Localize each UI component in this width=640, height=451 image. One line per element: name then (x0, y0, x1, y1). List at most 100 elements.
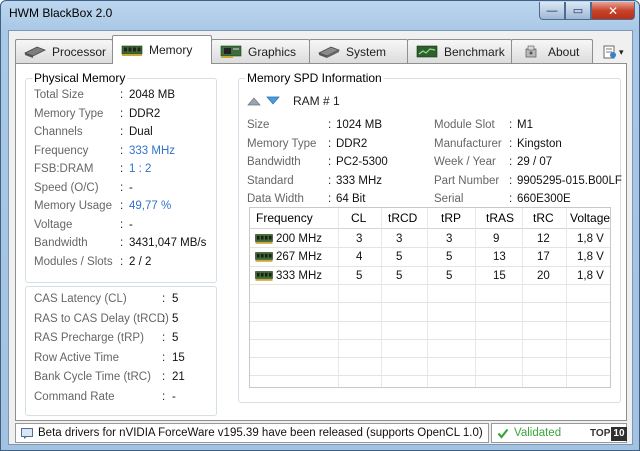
table-cell: 15 (493, 269, 506, 282)
memory-module-icon (255, 252, 273, 263)
top10-badge[interactable]: TOP 10 (590, 426, 627, 441)
info-colon: : (120, 218, 124, 231)
column-header[interactable]: tRC (533, 208, 554, 228)
tab-label: About (548, 44, 580, 59)
timing-colon: : (162, 371, 166, 383)
physical-memory-group: Physical Memory Total Size:2048 MB Memory… (25, 71, 217, 283)
info-value: - (129, 181, 133, 194)
spd-label: Week / Year (434, 156, 496, 169)
row-divider (250, 320, 610, 322)
column-header[interactable]: Voltage (570, 208, 610, 228)
info-value: 3431,047 MB/s (129, 237, 207, 249)
row-divider (250, 302, 610, 304)
table-cell: 5 (396, 269, 403, 282)
validated-label: Validated (514, 427, 562, 439)
maximize-button[interactable]: ▭ (565, 2, 591, 20)
memory-info-row: Total Size:2048 MB (26, 89, 216, 105)
memory-info-row: Modules / Slots:2 / 2 (26, 256, 216, 272)
memory-info-row: Frequency:333 MHz (26, 145, 216, 161)
table-cell: 20 (537, 269, 550, 282)
column-header[interactable]: tRCD (388, 208, 417, 228)
status-message[interactable]: Beta drivers for nVIDIA ForceWare v195.3… (38, 427, 483, 439)
window-title: HWM BlackBox 2.0 (9, 6, 113, 20)
table-cell: 3 (446, 233, 453, 245)
app-window: HWM BlackBox 2.0 — ▭ ✕ Processor Memory … (0, 0, 640, 451)
spd-info-row: Part Number:9905295-015.B00LF (239, 174, 622, 191)
memory-module-icon (255, 270, 273, 281)
tab-benchmark[interactable]: Benchmark (407, 39, 512, 63)
info-value: DDR2 (129, 107, 161, 120)
info-label: Memory Type (34, 107, 104, 120)
table-cell: 4 (356, 251, 363, 264)
spd-group: Memory SPD Information RAM # 1 Size:1024… (238, 71, 622, 403)
timing-label: Row Active Time (34, 351, 119, 364)
memory-info-row: Memory Type: DDR2 (26, 108, 216, 124)
spd-label: Part Number (434, 174, 500, 187)
info-colon: : (120, 237, 124, 249)
frequency-cell: 267 MHz (276, 251, 323, 264)
spd-label: Manufacturer (434, 137, 502, 150)
minimize-button[interactable]: — (539, 2, 565, 20)
table-row[interactable]: 267 MHz 4 5 5 13 17 1,8 V (250, 248, 610, 266)
timing-value: 21 (172, 371, 185, 383)
frequency-cell: 333 MHz (276, 269, 323, 282)
info-colon: : (120, 255, 124, 268)
info-value: - (129, 218, 133, 231)
info-label: Speed (O/C) (34, 181, 99, 194)
spd-colon: : (509, 193, 513, 206)
title-bar[interactable]: HWM BlackBox 2.0 — ▭ ✕ (1, 1, 639, 29)
timing-colon: : (162, 312, 166, 325)
info-value: 2 / 2 (129, 255, 152, 268)
options-menu-button[interactable]: ▾ (603, 43, 631, 61)
news-panel[interactable]: Beta drivers for nVIDIA ForceWare v195.3… (15, 423, 489, 443)
physical-memory-title: Physical Memory (32, 71, 128, 85)
column-header[interactable]: CL (351, 208, 366, 228)
timing-row: Row Active Time:15 (26, 352, 216, 368)
spd-value: 9905295-015.B00LF (517, 174, 622, 187)
minimize-icon: — (546, 4, 558, 17)
spd-title: Memory SPD Information (245, 71, 384, 85)
table-cell: 5 (446, 251, 453, 264)
tab-system[interactable]: System (309, 39, 408, 63)
spd-value: 29 / 07 (517, 156, 553, 169)
spd-info-row: Week / Year:29 / 07 (239, 156, 619, 172)
row-divider (250, 375, 610, 377)
column-header[interactable]: tRAS (486, 208, 514, 228)
settings-page-icon (603, 45, 616, 59)
spd-value: Kingston (517, 137, 562, 150)
close-button[interactable]: ✕ (591, 2, 635, 20)
table-cell: 13 (493, 251, 506, 264)
timing-label: RAS to CAS Delay (tRCD) (34, 312, 169, 325)
table-row[interactable]: 333 MHz 5 5 5 15 20 1,8 V (250, 267, 610, 285)
tab-graphics[interactable]: Graphics (211, 39, 310, 63)
cpu-icon (24, 46, 46, 58)
info-label: Bandwidth (34, 237, 88, 249)
top10-badge-text: TOP (590, 428, 611, 439)
memory-info-row: Bandwidth:3431,047 MB/s (26, 237, 216, 253)
status-bar: Beta drivers for nVIDIA ForceWare v195.3… (15, 423, 627, 443)
spd-colon: : (509, 174, 513, 187)
tab-label: Graphics (248, 44, 297, 59)
column-header[interactable]: tRP (441, 208, 461, 228)
info-colon: : (120, 200, 124, 212)
info-label: Voltage (34, 218, 73, 231)
arrow-up-icon[interactable] (247, 96, 261, 106)
timings-group: CAS Latency (CL):5 RAS to CAS Delay (tRCD… (25, 286, 217, 416)
table-row[interactable]: 200 MHz 3 3 3 9 12 1,8 V (250, 230, 610, 248)
tab-memory[interactable]: Memory (112, 35, 212, 64)
memory-info-row: Memory Usage:49,77 % (26, 200, 216, 216)
tab-about[interactable]: About (511, 39, 593, 63)
table-cell: 1,8 V (577, 251, 604, 264)
tab-processor[interactable]: Processor (15, 39, 113, 63)
spd-timing-table: Frequency CL tRCD tRP tRAS tRC Voltage 200 MHz… (249, 207, 611, 388)
timing-value: 15 (172, 351, 185, 364)
timing-colon: : (162, 293, 166, 305)
header-divider (250, 228, 610, 229)
info-value: Dual (129, 126, 153, 138)
memory-info-row: FSB:DRAM:1 : 2 (26, 163, 216, 179)
table-cell: 5 (446, 269, 453, 282)
timing-value: 5 (172, 293, 179, 305)
timing-colon: : (162, 351, 166, 364)
column-header[interactable]: Frequency (256, 208, 313, 228)
arrow-down-icon[interactable] (266, 96, 280, 106)
